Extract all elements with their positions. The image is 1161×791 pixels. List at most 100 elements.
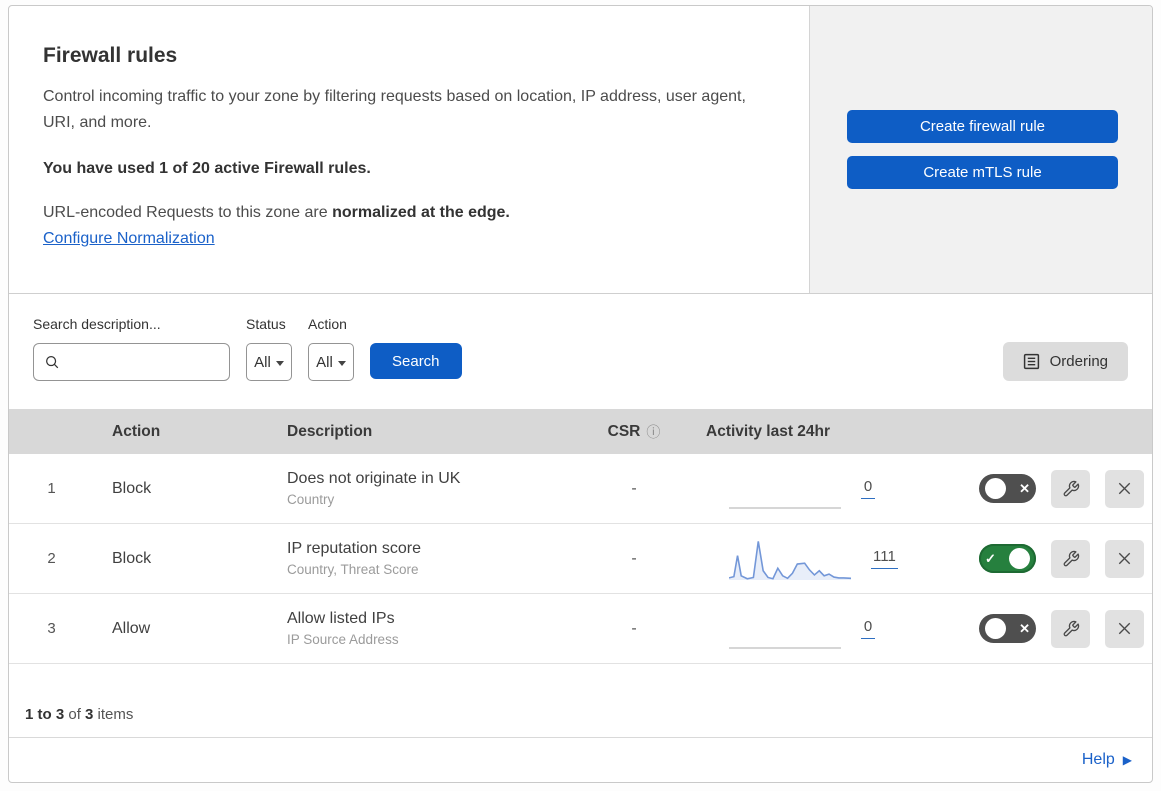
usage-summary: You have used 1 of 20 active Firewall ru… <box>43 159 371 177</box>
status-dropdown-value: All <box>254 353 271 371</box>
search-label: Search description... <box>33 316 161 332</box>
rule-enabled-toggle[interactable]: ✕ <box>979 614 1036 643</box>
x-icon <box>1118 622 1131 635</box>
activity-count-link[interactable]: 111 <box>871 548 898 569</box>
header-section: Firewall rules Control incoming traffic … <box>9 6 1152 294</box>
column-csr-label: CSR <box>607 422 641 440</box>
activity-sparkline-empty <box>729 469 841 509</box>
rule-action: Block <box>112 479 152 497</box>
rule-title: IP reputation score <box>287 540 422 557</box>
normalization-prefix: URL-encoded Requests to this zone are <box>43 203 333 221</box>
rule-activity-cell: 0 <box>684 609 969 649</box>
chevron-down-icon <box>275 360 284 366</box>
firewall-rules-card: Firewall rules Control incoming traffic … <box>8 5 1153 783</box>
rule-priority: 1 <box>47 480 56 497</box>
search-icon <box>46 356 59 369</box>
actions-panel: Create firewall rule Create mTLS rule <box>809 6 1152 293</box>
x-icon <box>1118 552 1131 565</box>
table-header: Action Description CSR ⓘ Activity last 2… <box>9 409 1152 454</box>
items-of: of <box>64 706 86 723</box>
rule-priority: 2 <box>47 550 56 567</box>
header-text-block: Firewall rules Control incoming traffic … <box>9 6 809 293</box>
rule-csr-value: - <box>631 479 637 497</box>
normalization-bold: normalized at the edge. <box>332 203 510 221</box>
ordering-button-label: Ordering <box>1049 353 1108 370</box>
help-label: Help <box>1081 751 1115 768</box>
search-input[interactable] <box>67 352 219 372</box>
ordering-list-icon <box>1023 353 1039 370</box>
toggle-knob <box>985 478 1006 499</box>
help-arrow-icon: ▶ <box>1122 753 1132 767</box>
items-range: 1 to 3 <box>25 706 65 723</box>
rule-csr-value: - <box>631 619 637 637</box>
rule-enabled-toggle[interactable]: ✓ <box>979 544 1036 573</box>
rule-title: Allow listed IPs <box>287 610 395 627</box>
delete-rule-button[interactable] <box>1105 609 1144 648</box>
rule-description: Does not originate in UK Country <box>269 470 584 507</box>
rule-priority: 3 <box>47 620 56 637</box>
x-icon: ✕ <box>1019 481 1030 496</box>
wrench-icon <box>1063 620 1079 636</box>
items-total: 3 <box>85 706 94 723</box>
table-row: 2 Block IP reputation score Country, Threat… <box>9 524 1152 594</box>
column-activity: Activity last 24hr <box>706 422 831 440</box>
create-mtls-rule-button[interactable]: Create mTLS rule <box>847 156 1118 189</box>
table-row: 1 Block Does not originate in UK Country - 0 ✕ <box>9 454 1152 524</box>
items-count-line: 1 to 3 of 3 items <box>9 664 1152 738</box>
rule-fields: Country, Threat Score <box>287 562 419 577</box>
rule-activity-cell: 111 <box>684 538 969 580</box>
x-icon: ✕ <box>1019 621 1030 636</box>
rule-description: IP reputation score Country, Threat Score <box>269 540 584 577</box>
search-group: Search description... <box>33 316 230 381</box>
rule-csr-value: - <box>631 549 637 567</box>
check-icon: ✓ <box>985 551 996 566</box>
edit-rule-button[interactable] <box>1051 469 1090 508</box>
edit-rule-button[interactable] <box>1051 609 1090 648</box>
toggle-knob <box>985 618 1006 639</box>
delete-rule-button[interactable] <box>1105 539 1144 578</box>
table-rows: 1 Block Does not originate in UK Country - 0 ✕… <box>9 454 1152 664</box>
items-word: items <box>93 706 134 723</box>
status-dropdown[interactable]: All <box>246 343 292 381</box>
filter-bar: Search description... Status All Action … <box>9 294 1152 409</box>
rule-fields: Country <box>287 492 335 507</box>
rule-title: Does not originate in UK <box>287 470 461 487</box>
activity-sparkline <box>729 538 851 580</box>
status-label: Status <box>246 316 286 332</box>
column-csr: CSR ⓘ <box>608 422 661 442</box>
rule-controls: ✕ <box>969 469 1152 508</box>
rule-fields: IP Source Address <box>287 632 399 647</box>
rule-activity-cell: 0 <box>684 469 969 509</box>
action-filter-group: Action All <box>308 316 354 381</box>
normalization-note: URL-encoded Requests to this zone are no… <box>43 204 779 222</box>
activity-count-link[interactable]: 0 <box>861 618 875 639</box>
create-firewall-rule-button[interactable]: Create firewall rule <box>847 110 1118 143</box>
search-button[interactable]: Search <box>370 343 462 379</box>
rule-action: Allow <box>112 619 151 637</box>
rule-enabled-toggle[interactable]: ✕ <box>979 474 1036 503</box>
search-input-wrapper <box>33 343 230 381</box>
rule-controls: ✓ <box>969 539 1152 578</box>
table-row: 3 Allow Allow listed IPs IP Source Address -… <box>9 594 1152 664</box>
activity-sparkline-empty <box>729 609 841 649</box>
rule-description: Allow listed IPs IP Source Address <box>269 610 584 647</box>
action-label: Action <box>308 316 347 332</box>
help-row: Help ▶ <box>9 738 1152 782</box>
rule-action: Block <box>112 549 152 567</box>
edit-rule-button[interactable] <box>1051 539 1090 578</box>
toggle-knob <box>1009 548 1030 569</box>
page-description: Control incoming traffic to your zone by… <box>43 88 746 131</box>
activity-count-link[interactable]: 0 <box>861 478 875 499</box>
chevron-down-icon <box>337 360 346 366</box>
delete-rule-button[interactable] <box>1105 469 1144 508</box>
action-dropdown-value: All <box>316 353 333 371</box>
rule-controls: ✕ <box>969 609 1152 648</box>
configure-normalization-link[interactable]: Configure Normalization <box>43 230 215 247</box>
info-icon[interactable]: ⓘ <box>646 422 660 442</box>
status-filter-group: Status All <box>246 316 292 381</box>
wrench-icon <box>1063 480 1079 496</box>
help-link[interactable]: Help ▶ <box>1082 751 1132 769</box>
ordering-button[interactable]: Ordering <box>1002 342 1128 381</box>
action-dropdown[interactable]: All <box>308 343 354 381</box>
wrench-icon <box>1063 550 1079 566</box>
